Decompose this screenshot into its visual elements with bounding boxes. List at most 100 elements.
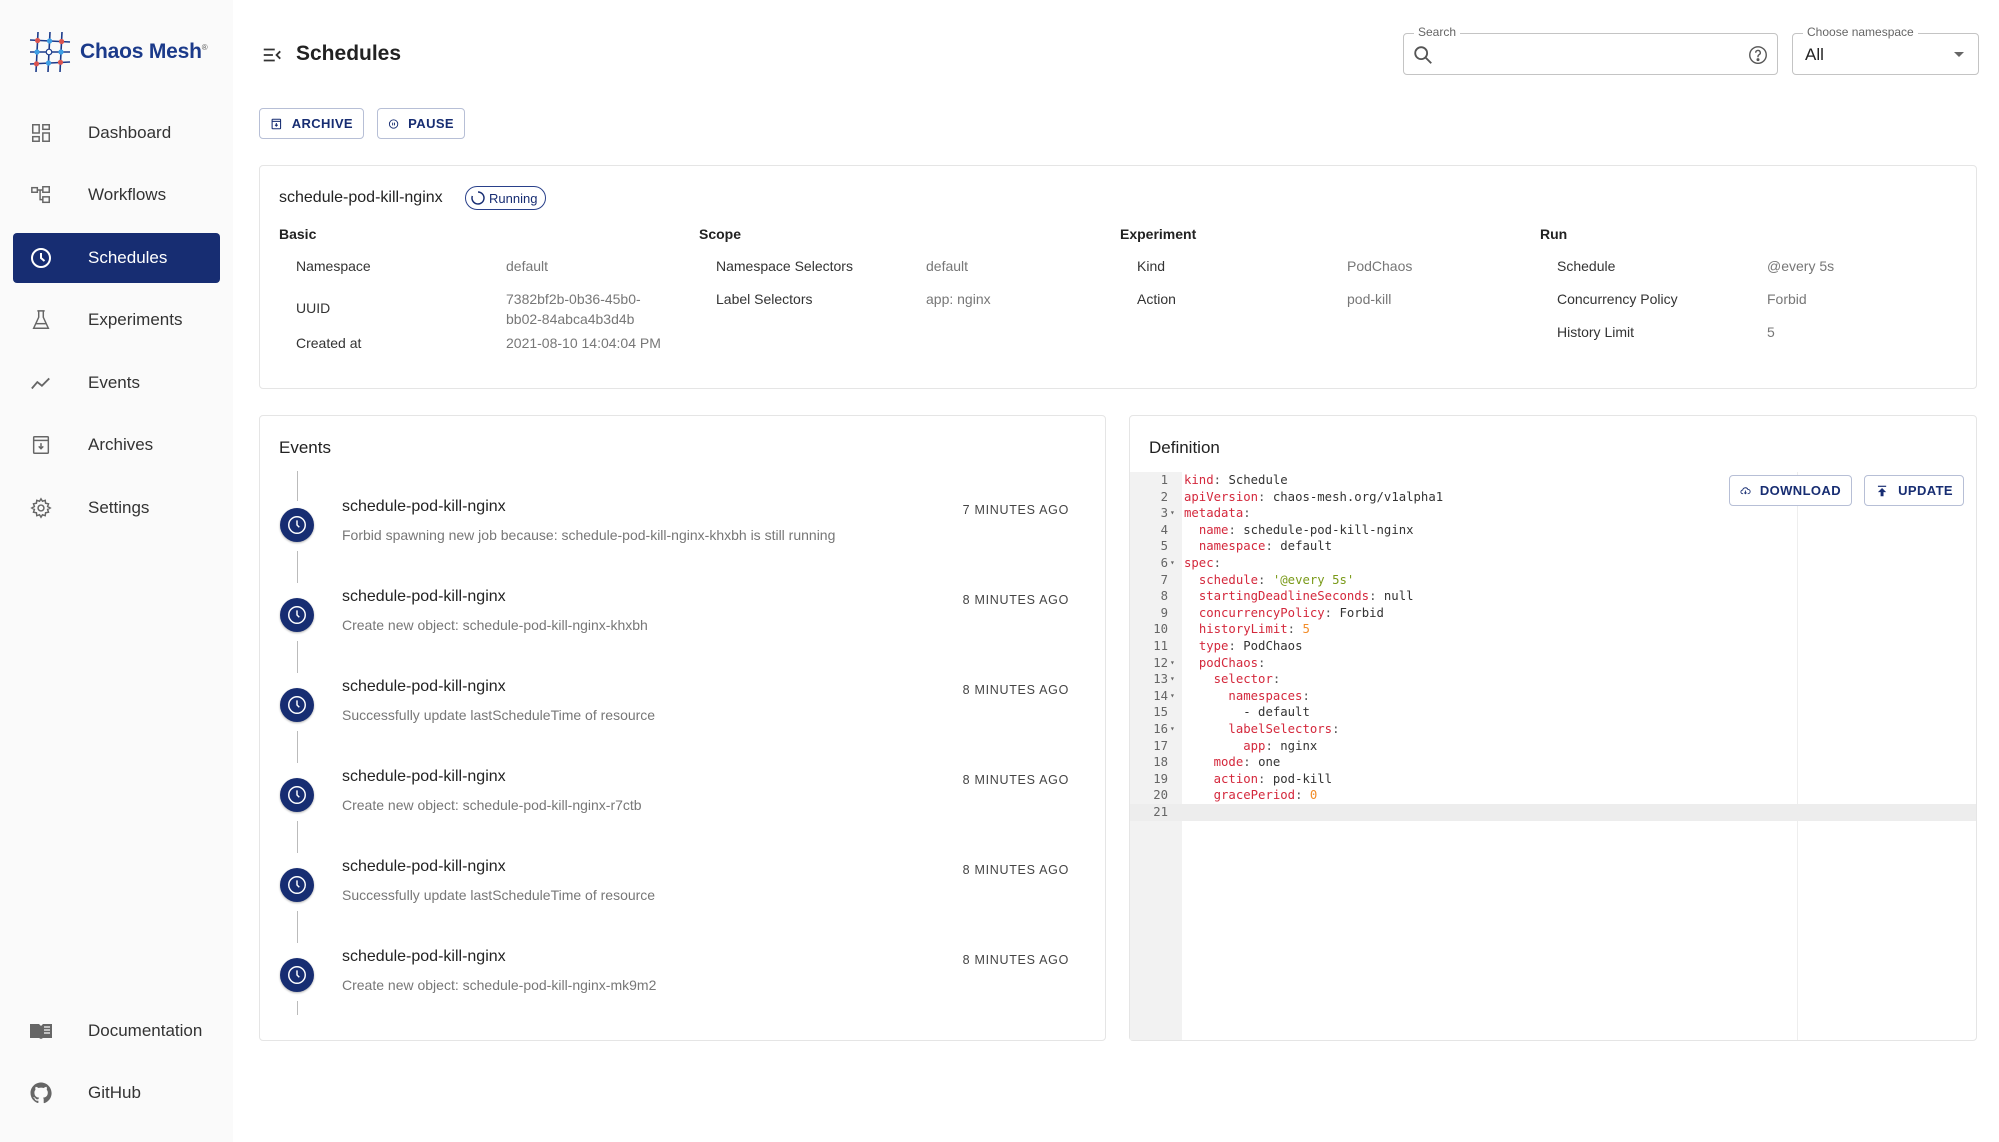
yaml-key: schedule: [1198, 572, 1259, 587]
info-key: Label Selectors: [716, 291, 813, 307]
update-button[interactable]: UPDATE: [1864, 475, 1964, 506]
namespace-select[interactable]: Choose namespace All: [1792, 25, 1979, 75]
fold-toggle-icon[interactable]: ▾: [1170, 688, 1175, 705]
fold-toggle-icon[interactable]: ▾: [1170, 671, 1175, 688]
info-value: 2021-08-10 14:04:04 PM: [506, 335, 661, 351]
sidebar-item-documentation[interactable]: Documentation: [13, 1006, 220, 1056]
logo[interactable]: Chaos Mesh®: [28, 30, 208, 74]
event-time: 7 MINUTES AGO: [962, 503, 1069, 517]
event-item: schedule-pod-kill-nginx Create new object…: [260, 948, 1105, 1008]
code-line: 21: [1130, 804, 1976, 821]
info-value: default: [926, 258, 969, 274]
menu-open-icon: [263, 48, 281, 62]
sidebar-item-workflows[interactable]: Workflows: [13, 170, 220, 220]
info-row: History Limit 5: [1557, 324, 1960, 357]
event-message: Create new object: schedule-pod-kill-ngi…: [342, 797, 642, 813]
line-number: 10: [1153, 622, 1168, 637]
pause-button[interactable]: PAUSE: [377, 108, 465, 139]
code-line: 4 name: schedule-pod-kill-nginx: [1130, 522, 1976, 539]
code-text: kind: Schedule: [1184, 473, 1288, 487]
event-time: 8 MINUTES AGO: [962, 863, 1069, 877]
pause-button-label: PAUSE: [408, 116, 454, 131]
line-number: 8: [1160, 589, 1168, 604]
book-icon: [29, 1019, 53, 1043]
download-button[interactable]: DOWNLOAD: [1729, 475, 1852, 506]
code-text: selector:: [1213, 672, 1281, 687]
code-text: schedule: '@every 5s': [1198, 572, 1355, 587]
code-text: type: PodChaos: [1198, 639, 1303, 653]
help-icon[interactable]: [1747, 44, 1769, 66]
code-text: app: nginx: [1243, 738, 1318, 753]
sidebar-item-label: Settings: [88, 498, 150, 517]
yaml-key: podChaos: [1198, 655, 1259, 670]
cloud-download-icon: [1740, 486, 1751, 494]
search-field[interactable]: Search: [1403, 25, 1778, 75]
yaml-value: nginx: [1280, 738, 1318, 753]
events-title: Events: [279, 438, 331, 457]
code-line: 9 concurrencyPolicy: Forbid: [1130, 605, 1976, 622]
event-time: 8 MINUTES AGO: [962, 773, 1069, 787]
yaml-key: labelSelectors: [1228, 722, 1333, 736]
timeline-connector: [297, 821, 298, 853]
code-line: 17 app: nginx: [1130, 738, 1976, 755]
sidebar-item-events[interactable]: Events: [13, 358, 220, 408]
event-message: Forbid spawning new job because: schedul…: [342, 527, 836, 543]
definition-card: Definition 1 kind: Schedule 2 apiVersion: c…: [1129, 415, 1977, 1041]
event-message: Successfully update lastScheduleTime of …: [342, 707, 656, 723]
event-time: 8 MINUTES AGO: [962, 593, 1069, 607]
info-key: Concurrency Policy: [1557, 291, 1678, 307]
yaml-value: Forbid: [1339, 605, 1384, 620]
section-title: Scope: [699, 226, 742, 242]
fold-toggle-icon[interactable]: ▾: [1170, 721, 1175, 738]
event-clock-icon: [280, 868, 314, 902]
info-value: default: [506, 258, 549, 274]
yaml-value: '@every 5s': [1272, 572, 1355, 587]
yaml-key: namespace: [1198, 539, 1266, 554]
search-input[interactable]: [1440, 42, 1741, 68]
info-row: Schedule @every 5s: [1557, 258, 1960, 291]
yaml-editor[interactable]: 1 kind: Schedule 2 apiVersion: chaos-mesh.o…: [1130, 472, 1976, 1040]
event-message: Create new object: schedule-pod-kill-ngi…: [342, 617, 648, 633]
event-name: schedule-pod-kill-nginx: [342, 498, 506, 515]
event-clock-icon: [280, 508, 314, 542]
sidebar-item-schedules[interactable]: Schedules: [13, 233, 220, 283]
sidebar-item-settings[interactable]: Settings: [13, 483, 220, 533]
brand-name: Chaos Mesh®: [80, 40, 208, 64]
yaml-key: mode: [1213, 755, 1244, 770]
sidebar-item-github[interactable]: GitHub: [13, 1068, 220, 1118]
event-name: schedule-pod-kill-nginx: [342, 948, 506, 965]
info-row: Namespace Selectors default: [716, 258, 1119, 291]
code-text: metadata:: [1184, 506, 1251, 521]
scope-section: Scope Namespace Selectors default Label …: [699, 226, 1119, 324]
timeline-connector: [297, 731, 298, 763]
namespace-selected-value: All: [1805, 45, 1824, 64]
yaml-key: kind: [1184, 473, 1214, 487]
fold-toggle-icon[interactable]: ▾: [1170, 505, 1175, 522]
yaml-key: action: [1213, 771, 1259, 786]
schedule-name: schedule-pod-kill-nginx: [279, 189, 443, 206]
download-button-label: DOWNLOAD: [1759, 483, 1841, 498]
sidebar-item-label: Workflows: [88, 185, 167, 204]
sidebar-item-archives[interactable]: Archives: [13, 420, 220, 470]
archive-button[interactable]: ARCHIVE: [259, 108, 364, 139]
fold-toggle-icon[interactable]: ▾: [1170, 655, 1175, 672]
code-line: 19 action: pod-kill: [1130, 771, 1976, 788]
line-number: 1: [1160, 473, 1168, 487]
code-text: namespace: default: [1198, 539, 1333, 554]
yaml-value: 0: [1309, 788, 1318, 803]
event-clock-icon: [280, 688, 314, 722]
info-row: Kind PodChaos: [1137, 258, 1540, 291]
code-line: 10 historyLimit: 5: [1130, 621, 1976, 638]
yaml-key: namespaces: [1228, 688, 1303, 703]
line-number: 14: [1153, 688, 1168, 703]
yaml-key: app: [1243, 738, 1266, 753]
sidebar-toggle-button[interactable]: [261, 44, 283, 66]
yaml-value: one: [1258, 755, 1281, 770]
sidebar-item-dashboard[interactable]: Dashboard: [13, 108, 220, 158]
code-text: mode: one: [1213, 755, 1281, 770]
fold-toggle-icon[interactable]: ▾: [1170, 555, 1175, 572]
line-number: 9: [1160, 605, 1168, 620]
workflow-icon: [29, 183, 53, 207]
event-message: Successfully update lastScheduleTime of …: [342, 887, 656, 903]
sidebar-item-experiments[interactable]: Experiments: [13, 295, 220, 345]
